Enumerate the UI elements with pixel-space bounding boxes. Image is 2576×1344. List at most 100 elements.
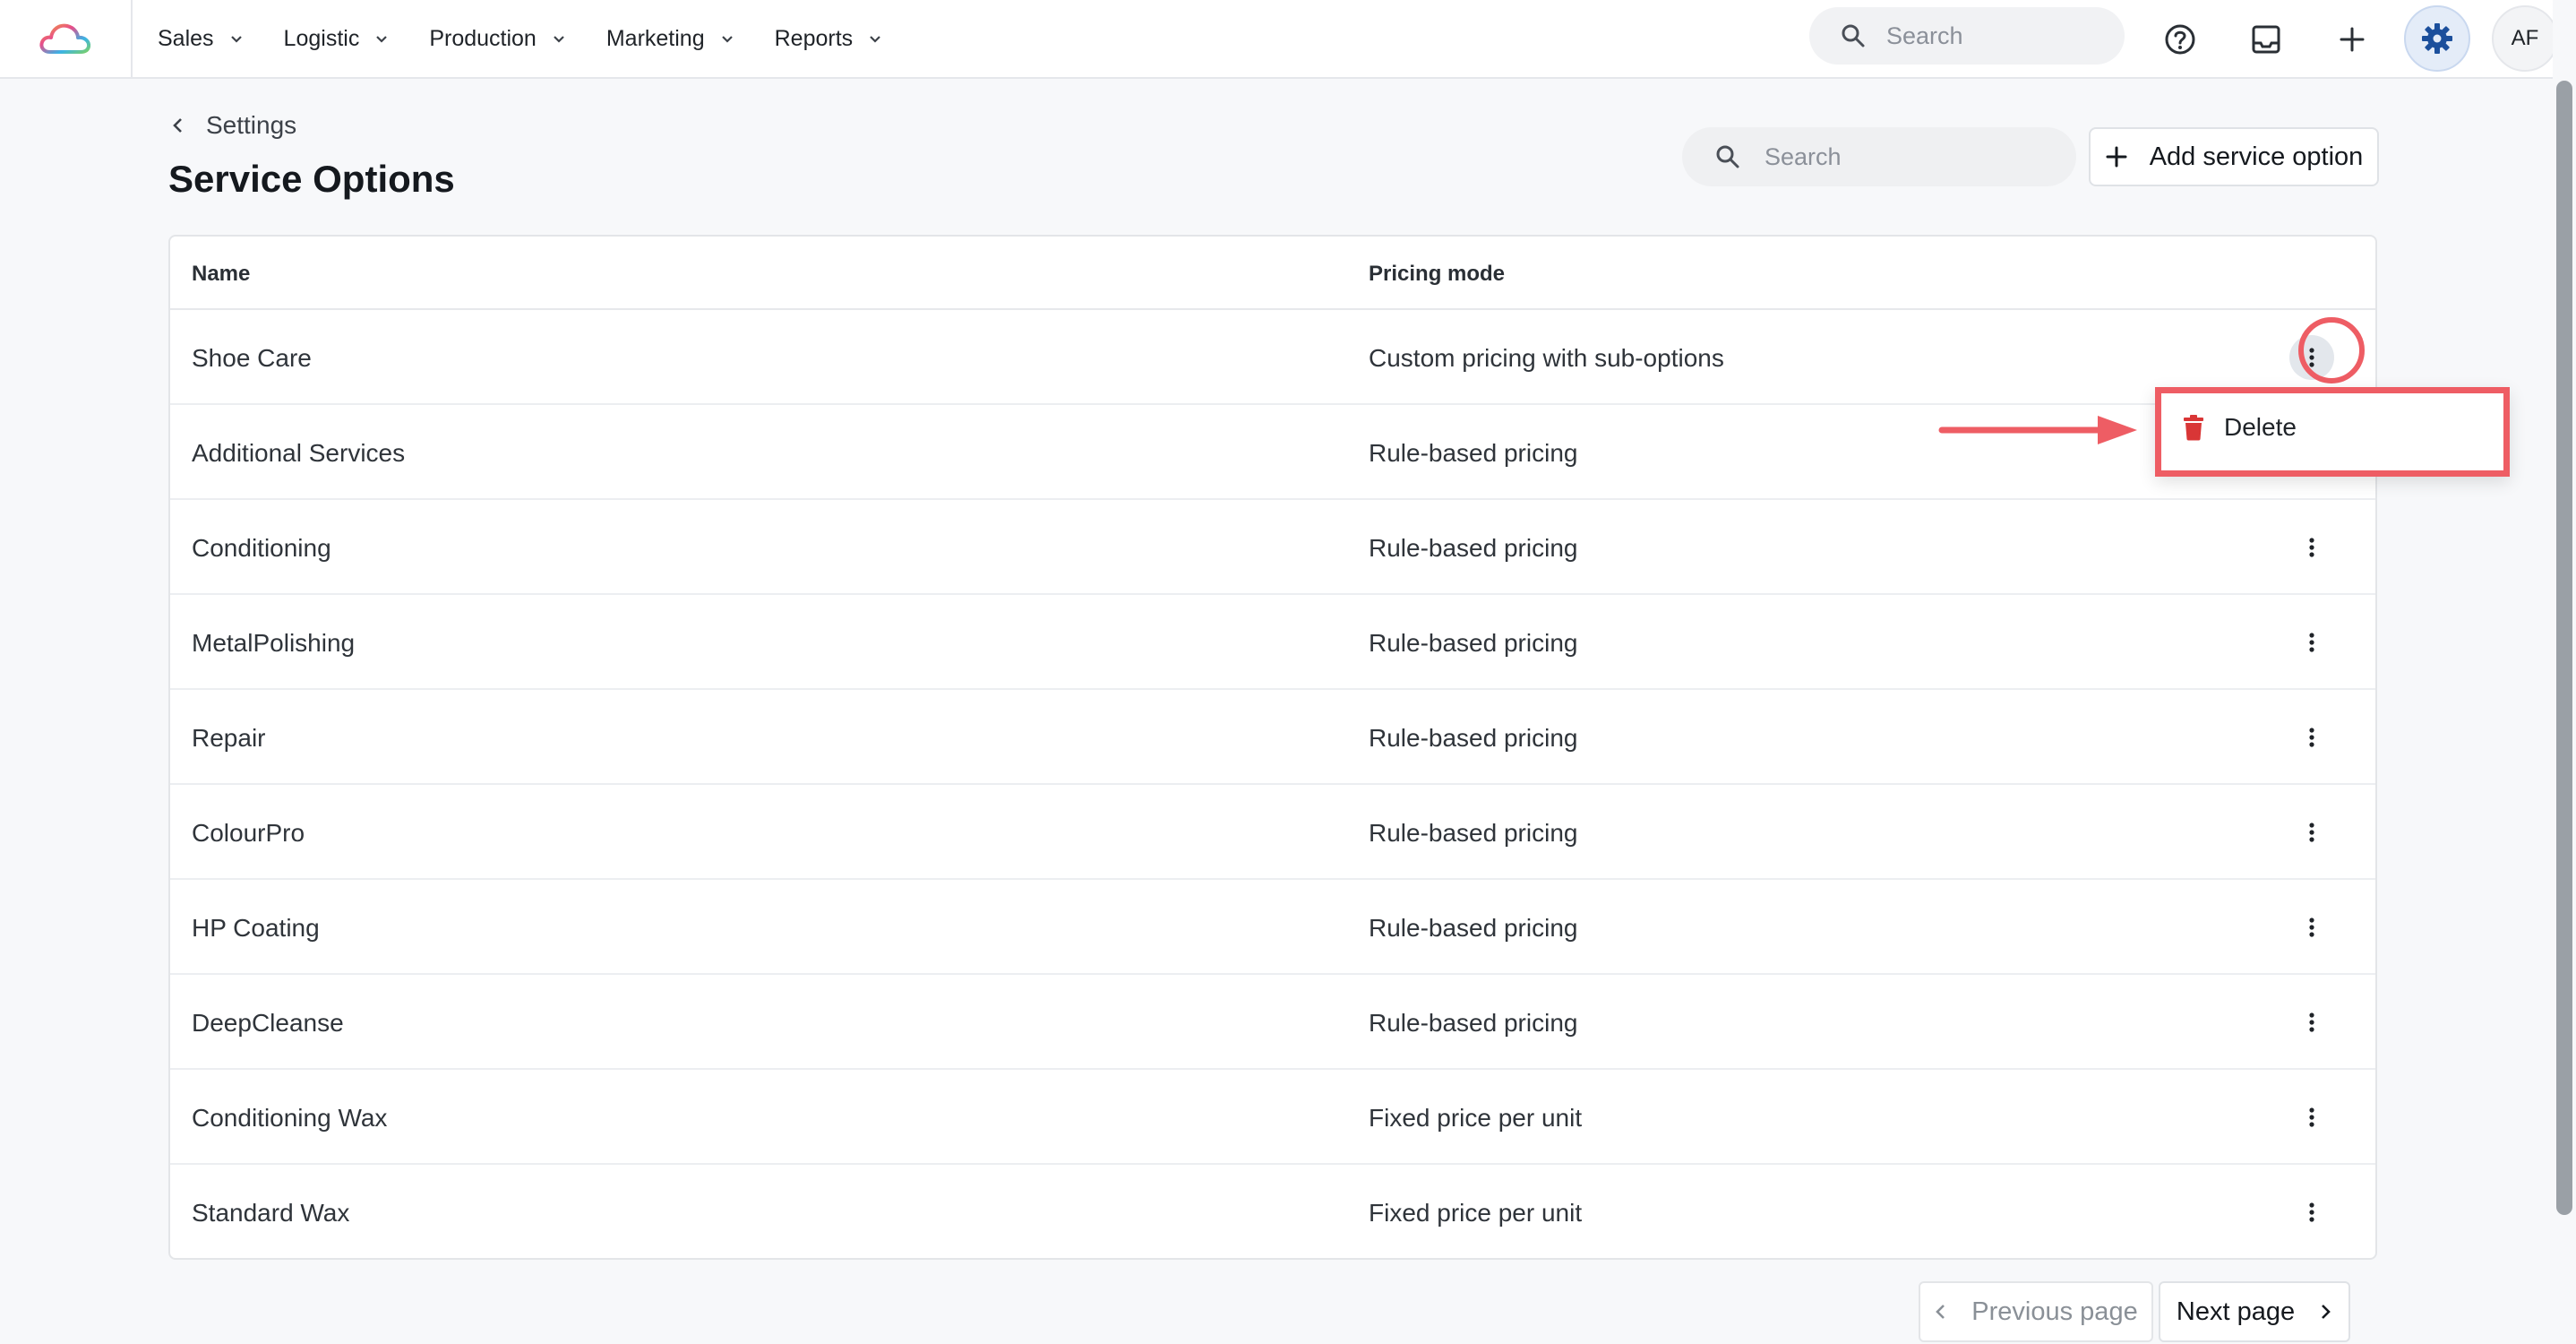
more-vertical-icon	[2309, 728, 2314, 747]
service-options-table: Name Pricing mode Shoe Care Custom prici…	[168, 235, 2377, 1260]
table-row[interactable]: Repair Rule-based pricing	[170, 690, 2375, 785]
row-actions-button[interactable]	[2289, 1000, 2334, 1045]
create-button[interactable]	[2325, 13, 2379, 66]
row-actions-button[interactable]	[2289, 810, 2334, 855]
row-pricing-mode: Fixed price per unit	[1369, 1104, 1583, 1132]
table-row[interactable]: MetalPolishing Rule-based pricing	[170, 595, 2375, 690]
table-row[interactable]: HP Coating Rule-based pricing	[170, 880, 2375, 975]
search-icon	[1842, 24, 1865, 47]
row-name: Shoe Care	[192, 344, 312, 372]
table-row[interactable]: Standard Wax Fixed price per unit	[170, 1165, 2375, 1258]
row-name: Additional Services	[192, 439, 406, 467]
settings-button[interactable]	[2404, 5, 2470, 72]
row-pricing-mode: Rule-based pricing	[1369, 629, 1578, 657]
row-pricing-mode: Rule-based pricing	[1369, 914, 1578, 942]
chevron-down-icon	[376, 36, 388, 43]
row-pricing-mode: Rule-based pricing	[1369, 534, 1578, 562]
more-vertical-icon	[2309, 538, 2314, 557]
nav-item-reports[interactable]: Reports	[775, 26, 884, 52]
row-actions-button[interactable]	[2289, 525, 2334, 570]
row-actions-button[interactable]	[2289, 1190, 2334, 1235]
table-row[interactable]: DeepCleanse Rule-based pricing	[170, 975, 2375, 1070]
chevron-down-icon	[230, 36, 242, 43]
service-options-search-input[interactable]	[1765, 142, 1962, 171]
gear-icon	[2422, 23, 2452, 54]
chevron-down-icon	[554, 36, 564, 43]
main-nav: Sales Logistic Production Marketing Repo…	[158, 0, 923, 77]
more-vertical-icon	[2309, 918, 2314, 937]
breadcrumb-label: Settings	[206, 111, 297, 139]
row-name: HP Coating	[192, 914, 320, 942]
table-header: Name Pricing mode	[170, 237, 2375, 310]
plus-icon	[2106, 146, 2127, 168]
page-title: Service Options	[168, 158, 455, 200]
chevron-down-icon	[870, 36, 880, 43]
chevron-left-icon	[173, 118, 182, 133]
row-name: MetalPolishing	[192, 629, 356, 657]
chevron-left-icon	[1936, 1305, 1945, 1319]
service-options-search[interactable]	[1682, 127, 2076, 186]
more-vertical-icon	[2309, 823, 2314, 842]
delete-label: Delete	[2224, 413, 2297, 441]
plus-icon	[2340, 27, 2365, 52]
more-vertical-icon	[2309, 633, 2314, 652]
help-icon	[2165, 24, 2195, 55]
row-pricing-mode: Fixed price per unit	[1369, 1199, 1583, 1227]
row-actions-button[interactable]	[2289, 715, 2334, 760]
next-page-label: Next page	[2176, 1297, 2296, 1326]
search-icon	[1716, 145, 1739, 168]
nav-item-production[interactable]: Production	[429, 26, 567, 52]
row-actions-button[interactable]	[2289, 905, 2334, 950]
column-header-pricing-mode: Pricing mode	[1369, 262, 1506, 286]
row-actions-menu: Delete	[2155, 387, 2510, 477]
nav-item-label: Reports	[774, 25, 854, 51]
nav-item-label: Production	[429, 25, 537, 51]
more-vertical-icon	[2309, 348, 2314, 367]
global-search[interactable]	[1809, 7, 2125, 65]
table-row[interactable]: Conditioning Rule-based pricing	[170, 500, 2375, 595]
nav-item-label: Logistic	[283, 25, 360, 51]
delete-menu-item[interactable]: Delete	[2183, 413, 2297, 442]
more-vertical-icon	[2309, 1202, 2314, 1222]
more-vertical-icon	[2309, 1107, 2314, 1127]
table-row[interactable]: Additional Services Rule-based pricing	[170, 405, 2375, 500]
nav-item-label: Sales	[158, 25, 214, 51]
row-pricing-mode: Rule-based pricing	[1369, 1009, 1578, 1037]
row-actions-button[interactable]	[2289, 335, 2334, 380]
add-service-option-button[interactable]: Add service option	[2089, 127, 2379, 186]
inbox-icon	[2252, 25, 2280, 54]
more-vertical-icon	[2309, 1012, 2314, 1032]
nav-item-marketing[interactable]: Marketing	[606, 26, 735, 52]
nav-item-logistic[interactable]: Logistic	[284, 26, 391, 52]
previous-page-label: Previous page	[1971, 1297, 2138, 1326]
inbox-button[interactable]	[2239, 13, 2293, 66]
row-name: DeepCleanse	[192, 1009, 344, 1037]
chevron-down-icon	[721, 36, 733, 43]
row-name: Standard Wax	[192, 1199, 350, 1227]
row-name: Conditioning	[192, 534, 331, 562]
nav-item-label: Marketing	[605, 25, 705, 51]
avatar-initials: AF	[2511, 26, 2539, 50]
table-row[interactable]: Shoe Care Custom pricing with sub-option…	[170, 310, 2375, 405]
row-actions-button[interactable]	[2289, 620, 2334, 665]
row-actions-button[interactable]	[2289, 1095, 2334, 1140]
row-name: ColourPro	[192, 819, 305, 847]
add-service-option-label: Add service option	[2149, 142, 2364, 171]
user-avatar[interactable]: AF	[2492, 5, 2558, 72]
table-row[interactable]: Conditioning Wax Fixed price per unit	[170, 1070, 2375, 1165]
breadcrumb-back-settings[interactable]: Settings	[170, 111, 296, 140]
row-pricing-mode: Rule-based pricing	[1369, 819, 1578, 847]
row-pricing-mode: Rule-based pricing	[1369, 724, 1578, 752]
help-button[interactable]	[2153, 13, 2207, 66]
app-logo[interactable]	[0, 0, 133, 77]
global-search-input[interactable]	[1886, 22, 2083, 50]
chevron-right-icon	[2322, 1305, 2331, 1319]
top-navigation-bar: Sales Logistic Production Marketing Repo…	[0, 0, 2558, 79]
table-row[interactable]: ColourPro Rule-based pricing	[170, 785, 2375, 880]
next-page-button[interactable]: Next page	[2159, 1281, 2350, 1342]
nav-item-sales[interactable]: Sales	[158, 26, 245, 52]
previous-page-button[interactable]: Previous page	[1919, 1281, 2153, 1342]
scrollbar-thumb[interactable]	[2556, 81, 2572, 1215]
row-pricing-mode: Rule-based pricing	[1369, 439, 1578, 467]
row-name: Repair	[192, 724, 266, 752]
